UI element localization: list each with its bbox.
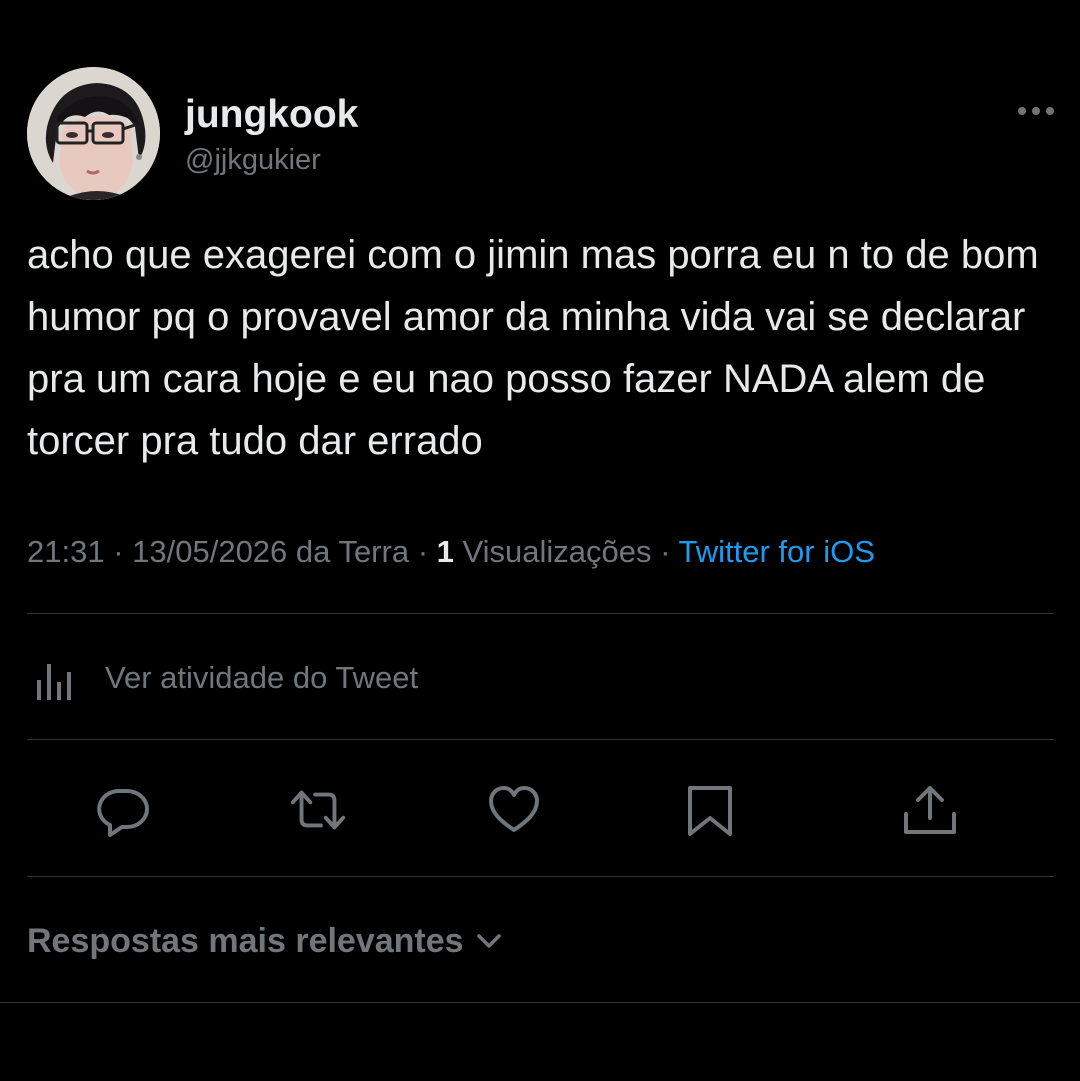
analytics-icon xyxy=(37,664,71,700)
more-dot-icon xyxy=(1018,107,1026,115)
view-tweet-activity-button[interactable]: Ver atividade do Tweet xyxy=(27,640,627,716)
views-label: Visualizações xyxy=(462,534,652,569)
more-dot-icon xyxy=(1046,107,1054,115)
reply-button[interactable] xyxy=(93,780,153,840)
avatar[interactable] xyxy=(27,67,160,200)
meta-separator: · xyxy=(651,534,679,569)
meta-separator: · xyxy=(409,534,437,569)
retweet-button[interactable] xyxy=(288,780,348,840)
author-display-name[interactable]: jungkook xyxy=(185,92,358,138)
reply-icon xyxy=(97,789,149,837)
view-tweet-activity-label: Ver atividade do Tweet xyxy=(105,660,419,695)
like-button[interactable] xyxy=(484,780,544,840)
bookmark-button[interactable] xyxy=(680,780,740,840)
divider xyxy=(0,1002,1080,1003)
tweet-text: acho que exagerei com o jimin mas porra … xyxy=(27,233,1039,463)
heart-icon xyxy=(489,786,539,832)
views-count: 1 xyxy=(436,534,454,569)
chevron-down-icon xyxy=(476,934,501,948)
tweet-meta: 21:31 · 13/05/2026 da Terra · 1 Visualiz… xyxy=(27,530,875,574)
more-options-button[interactable] xyxy=(1010,96,1062,126)
replies-sort-button[interactable]: Respostas mais relevantes xyxy=(27,918,504,964)
more-dot-icon xyxy=(1032,107,1040,115)
tweet-date[interactable]: 13/05/2026 da Terra xyxy=(132,534,409,569)
share-icon xyxy=(904,786,956,834)
tweet-detail: jungkook @jjkgukier acho que exagerei co… xyxy=(0,0,1080,1081)
divider xyxy=(27,613,1054,614)
share-button[interactable] xyxy=(900,780,960,840)
divider xyxy=(27,876,1054,877)
tweet-time[interactable]: 21:31 xyxy=(27,534,105,569)
tweet-source-link[interactable]: Twitter for iOS xyxy=(679,534,875,569)
retweet-icon xyxy=(290,790,346,830)
author-handle[interactable]: @jjkgukier xyxy=(185,143,321,177)
replies-sort-label: Respostas mais relevantes xyxy=(27,921,464,960)
bookmark-icon xyxy=(688,786,732,836)
meta-separator: · xyxy=(104,534,133,569)
divider xyxy=(27,739,1054,740)
